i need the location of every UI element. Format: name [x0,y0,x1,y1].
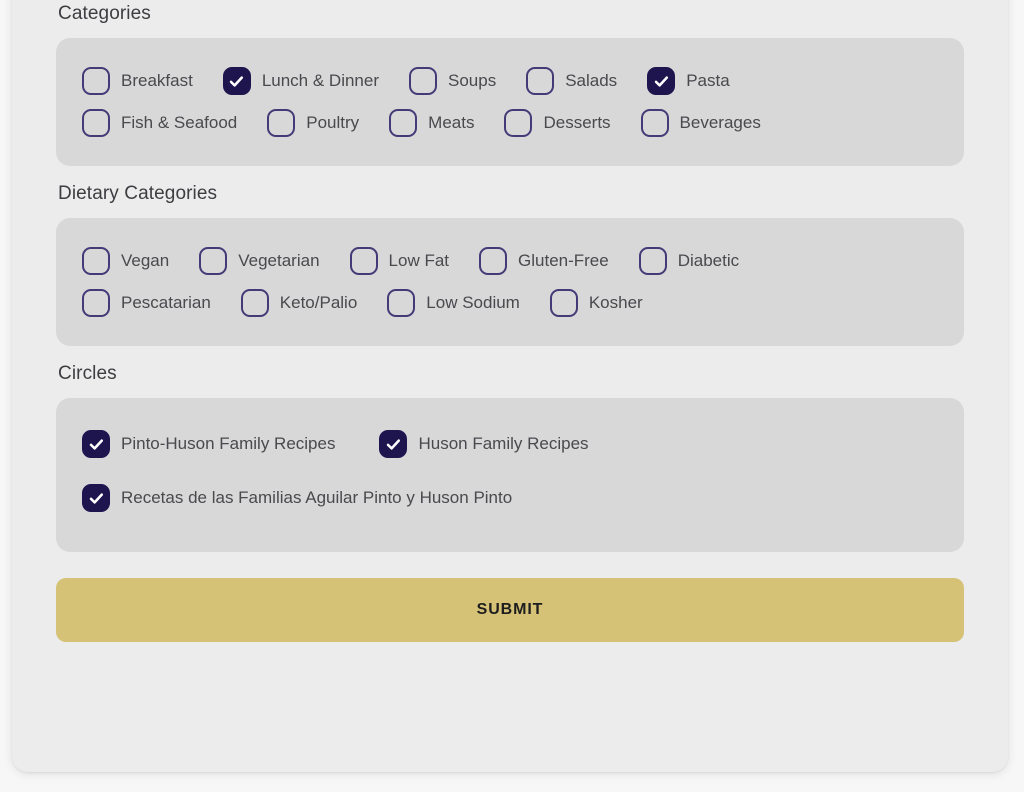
option-row: Pescatarian Keto/Palio Low Sodium Kosher [82,282,938,324]
checkbox-label: Lunch & Dinner [261,71,379,90]
checkbox-checked[interactable] [379,430,408,458]
section-circles: Circles Pinto-Huson Family Recipes Huson … [56,360,964,552]
checkbox-item-soups[interactable]: Soups [409,60,496,102]
checkbox-item-vegan[interactable]: Vegan [82,240,169,282]
checkbox-item-keto-palio[interactable]: Keto/Palio [240,282,358,324]
checkbox-unchecked[interactable] [82,247,110,275]
checkbox-unchecked[interactable] [82,67,110,95]
checkbox-item-diabetic[interactable]: Diabetic [638,240,740,282]
categories-option-panel: Breakfast Lunch & Dinner Soups Salads Pasta F… [56,38,964,166]
checkbox-item-pescatarian[interactable]: Pescatarian [82,282,211,324]
check-icon [228,73,245,90]
checkbox-label: Gluten-Free [518,251,609,270]
checkbox-unchecked[interactable] [82,109,110,137]
checkbox-label: Diabetic [677,251,740,270]
dietary-categories-option-panel: Vegan Vegetarian Low Fat Gluten-Free Diabeti… [56,218,964,346]
checkbox-item-pasta[interactable]: Pasta [647,60,730,102]
checkbox-label: Fish & Seafood [121,113,238,132]
checkbox-unchecked[interactable] [240,289,269,317]
checkbox-item-desserts[interactable]: Desserts [504,102,611,144]
checkbox-item-kosher[interactable]: Kosher [549,282,643,324]
checkbox-unchecked[interactable] [199,247,228,275]
checkbox-label: Breakfast [121,71,193,90]
section-title-categories: Categories [58,3,151,24]
checkbox-item-huson-family-recipes[interactable]: Huson Family Recipes [379,420,589,468]
option-row: Breakfast Lunch & Dinner Soups Salads Pasta [82,60,938,102]
check-icon [653,73,670,90]
checkbox-label: Keto/Palio [279,293,358,312]
checkbox-label: Recetas de las Familias Aguilar Pinto y … [121,488,513,507]
checkbox-unchecked[interactable] [389,109,418,137]
checkbox-label: Poultry [306,113,360,132]
checkbox-label: Low Sodium [426,293,520,312]
checkbox-unchecked[interactable] [387,289,416,317]
check-icon [88,490,105,507]
checkbox-checked[interactable] [82,430,110,458]
checkbox-checked[interactable] [82,484,110,512]
checkbox-label: Meats [428,113,475,132]
option-row: Vegan Vegetarian Low Fat Gluten-Free Diabeti… [82,240,938,282]
checkbox-checked[interactable] [647,67,676,95]
checkbox-unchecked[interactable] [479,247,508,275]
checkbox-item-vegetarian[interactable]: Vegetarian [199,240,320,282]
circles-option-panel: Pinto-Huson Family Recipes Huson Family R… [56,398,964,552]
checkbox-label: Vegan [121,251,170,270]
checkbox-item-fish-seafood[interactable]: Fish & Seafood [82,102,237,144]
checkbox-unchecked[interactable] [409,67,437,95]
checkbox-item-pinto-huson-family-recipes[interactable]: Pinto-Huson Family Recipes [82,420,335,468]
checkbox-unchecked[interactable] [349,247,378,275]
checkbox-label: Vegetarian [238,251,320,270]
checkbox-item-gluten-free[interactable]: Gluten-Free [479,240,609,282]
option-row: Recetas de las Familias Aguilar Pinto y … [82,474,938,522]
checkbox-item-low-fat[interactable]: Low Fat [349,240,450,282]
checkbox-label: Pasta [686,71,730,90]
submit-button[interactable]: SUBMIT [56,578,964,642]
checkbox-unchecked[interactable] [526,67,555,95]
checkbox-unchecked[interactable] [638,247,667,275]
app-root: Categories Breakfast Lunch & Dinner Soups S… [0,0,1024,792]
checkbox-item-poultry[interactable]: Poultry [267,102,359,144]
checkbox-label: Pescatarian [121,293,211,312]
checkbox-item-low-sodium[interactable]: Low Sodium [387,282,520,324]
checkbox-unchecked[interactable] [549,289,578,317]
option-row: Fish & Seafood Poultry Meats Desserts Bevera… [82,102,938,144]
checkbox-item-salads[interactable]: Salads [526,60,617,102]
checkbox-unchecked[interactable] [82,289,110,317]
checkbox-label: Kosher [588,293,643,312]
checkbox-item-recetas-de-las-familias-aguilar-pinto-y-huson-pinto[interactable]: Recetas de las Familias Aguilar Pinto y … [82,474,512,522]
checkbox-label: Salads [565,71,618,90]
checkbox-item-breakfast[interactable]: Breakfast [82,60,193,102]
checkbox-checked[interactable] [222,67,251,95]
section-title-circles: Circles [58,363,117,384]
checkbox-item-beverages[interactable]: Beverages [640,102,761,144]
option-row: Pinto-Huson Family Recipes Huson Family R… [82,420,938,468]
check-icon [88,436,105,453]
section-title-dietary-categories: Dietary Categories [58,183,218,204]
checkbox-label: Soups [448,71,497,90]
check-icon [385,436,402,453]
section-categories: Categories Breakfast Lunch & Dinner Soups S… [56,0,964,166]
checkbox-item-lunch-dinner[interactable]: Lunch & Dinner [222,60,379,102]
checkbox-unchecked[interactable] [640,109,669,137]
checkbox-item-meats[interactable]: Meats [389,102,474,144]
section-dietary-categories: Dietary Categories Vegan Vegetarian Low Fa… [56,180,964,346]
checkbox-unchecked[interactable] [267,109,296,137]
submit-area: SUBMIT [56,552,964,642]
checkbox-label: Low Fat [388,251,450,270]
checkbox-label: Beverages [679,113,761,132]
checkbox-label: Desserts [543,113,611,132]
checkbox-label: Pinto-Huson Family Recipes [121,434,336,453]
checkbox-unchecked[interactable] [504,109,533,137]
recipe-filter-card: Categories Breakfast Lunch & Dinner Soups S… [12,0,1008,772]
checkbox-label: Huson Family Recipes [418,434,589,453]
